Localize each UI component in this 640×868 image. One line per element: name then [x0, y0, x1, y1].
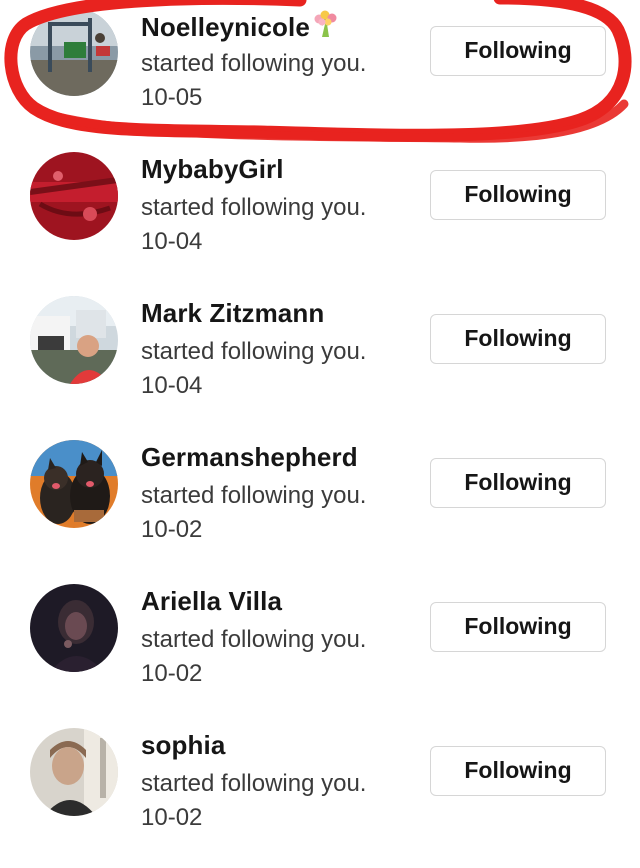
notification-row-germanshepherd[interactable]: Germanshepherd started following you. 10… — [0, 436, 640, 580]
notification-date: 10-02 — [141, 804, 203, 831]
bouquet-icon — [312, 10, 340, 45]
notification-date: 10-02 — [141, 660, 203, 687]
username[interactable]: sophia — [141, 730, 225, 761]
notification-date: 10-05 — [141, 84, 203, 111]
notification-action: started following you. — [141, 50, 367, 77]
notification-date: 10-02 — [141, 516, 203, 543]
red-fabric-photo-icon — [30, 152, 118, 240]
following-button[interactable]: Following — [430, 314, 606, 364]
following-button[interactable]: Following — [430, 458, 606, 508]
following-button[interactable]: Following — [430, 26, 606, 76]
man-outdoors-photo-icon — [30, 296, 118, 384]
avatar[interactable] — [30, 296, 118, 384]
following-button[interactable]: Following — [430, 602, 606, 652]
notification-action: started following you. — [141, 194, 367, 221]
notification-row-sophia[interactable]: sophia started following you. 10-02 Foll… — [0, 724, 640, 868]
username-text: Noelleynicole — [141, 12, 310, 42]
two-dogs-photo-icon — [30, 440, 118, 528]
notification-action: started following you. — [141, 626, 367, 653]
notification-date: 10-04 — [141, 228, 203, 255]
playground-photo-icon — [30, 8, 118, 96]
notification-row-ariella-villa[interactable]: Ariella Villa started following you. 10-… — [0, 580, 640, 724]
avatar[interactable] — [30, 8, 118, 96]
username[interactable]: Germanshepherd — [141, 442, 358, 473]
notification-row-noelleynicole[interactable]: Noelleynicole started following you. 10-… — [0, 4, 640, 148]
notification-action: started following you. — [141, 338, 367, 365]
username[interactable]: Noelleynicole — [141, 10, 340, 45]
username[interactable]: MybabyGirl — [141, 154, 284, 185]
following-button[interactable]: Following — [430, 746, 606, 796]
dark-portrait-photo-icon — [30, 584, 118, 672]
selfie-photo-icon — [30, 728, 118, 816]
username[interactable]: Mark Zitzmann — [141, 298, 324, 329]
avatar[interactable] — [30, 440, 118, 528]
notification-date: 10-04 — [141, 372, 203, 399]
avatar[interactable] — [30, 584, 118, 672]
notification-action: started following you. — [141, 482, 367, 509]
username[interactable]: Ariella Villa — [141, 586, 282, 617]
avatar[interactable] — [30, 152, 118, 240]
notification-row-mark-zitzmann[interactable]: Mark Zitzmann started following you. 10-… — [0, 292, 640, 436]
notification-action: started following you. — [141, 770, 367, 797]
notification-row-mybabygirl[interactable]: MybabyGirl started following you. 10-04 … — [0, 148, 640, 292]
following-button[interactable]: Following — [430, 170, 606, 220]
avatar[interactable] — [30, 728, 118, 816]
